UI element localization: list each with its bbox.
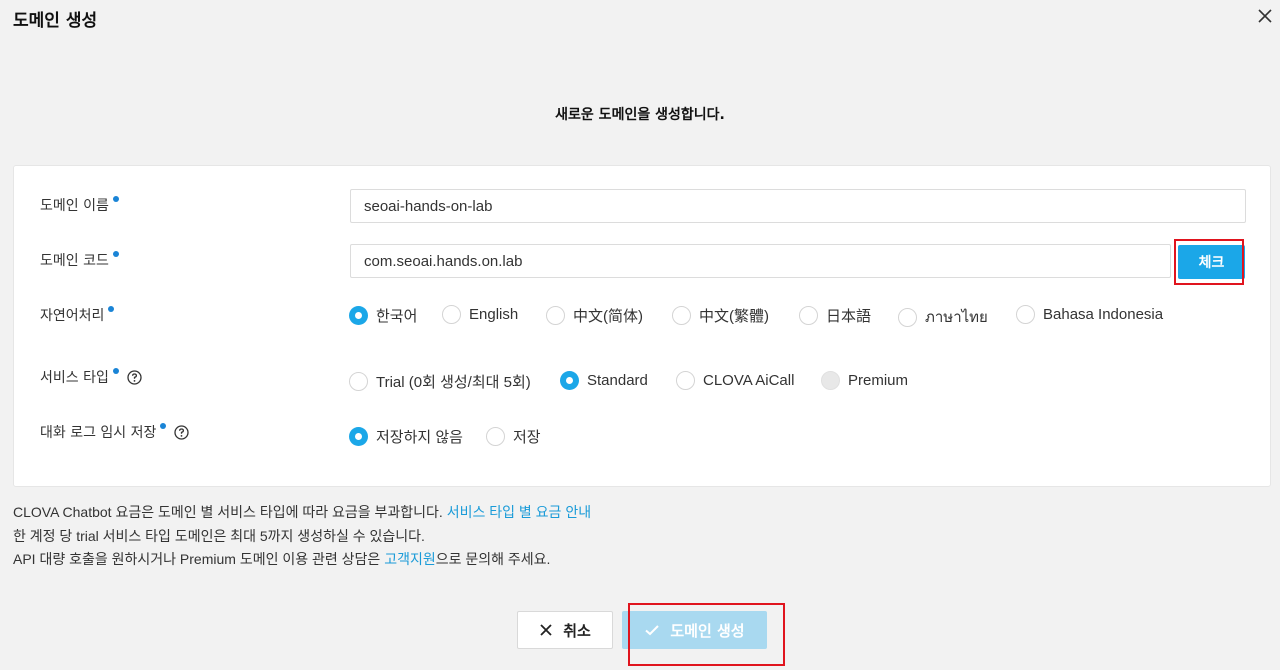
required-indicator [112,251,119,257]
log-option-save[interactable]: 저장 [486,426,541,447]
checkmark-icon [645,625,660,636]
nlp-option-japanese[interactable]: 日本語 [799,305,871,326]
radio-circle [442,305,461,324]
radio-circle [898,307,917,327]
create-domain-button[interactable]: 도메인 생성 [622,611,767,649]
service-option-standard[interactable]: Standard [560,371,648,390]
radio-circle [349,427,368,446]
nlp-label: 자연어처리 [40,305,115,325]
domain-code-label: 도메인 코드 [40,250,119,270]
pricing-guide-link[interactable]: 서비스 타입 별 요금 안내 [447,504,591,520]
close-icon [540,624,552,636]
nlp-option-indonesian[interactable]: Bahasa Indonesia [1016,305,1163,324]
service-option-trial[interactable]: Trial (0회 생성/최대 5회) [349,371,531,392]
radio-circle [560,371,579,390]
help-icon[interactable] [127,369,142,385]
page-subtitle: 새로운 도메인을 생성합니다. [555,107,725,123]
radio-circle [799,306,818,325]
service-option-aicall[interactable]: CLOVA AiCall [676,371,794,390]
required-indicator [108,306,115,312]
nlp-option-chinese-traditional[interactable]: 中文(繁體) [672,305,769,326]
radio-circle [672,306,691,325]
radio-circle [1016,305,1035,324]
trial-limit-info: 한 계정 당 trial 서비스 타입 도메인은 최대 5까지 생성하실 수 있… [13,528,425,544]
dialog-title: 도메인 생성 [13,11,98,31]
radio-circle [349,306,368,325]
nlp-option-thai[interactable]: ภาษาไทย [898,305,988,329]
support-link[interactable]: 고객지원 [384,551,436,567]
radio-circle [821,371,840,390]
nlp-option-korean[interactable]: 한국어 [349,305,417,326]
nlp-option-chinese-simplified[interactable]: 中文(简体) [546,305,643,326]
check-button[interactable]: 체크 [1178,245,1245,279]
service-option-premium: Premium [821,371,908,390]
radio-circle [349,372,368,391]
service-type-label: 서비스 타입 [40,367,142,387]
radio-circle [486,427,505,446]
close-icon [1258,9,1272,23]
support-info: API 대량 호출을 원하시거나 Premium 도메인 이용 관련 상담은 고… [13,551,551,567]
nlp-option-english[interactable]: English [442,305,518,324]
log-storage-label: 대화 로그 임시 저장 [40,422,190,442]
required-indicator [112,368,119,374]
domain-name-input[interactable]: seoai-hands-on-lab [350,189,1246,223]
domain-name-label: 도메인 이름 [40,195,119,215]
help-icon[interactable] [174,424,190,440]
radio-circle [546,306,565,325]
close-button[interactable] [1254,5,1276,27]
pricing-info: CLOVA Chatbot 요금은 도메인 별 서비스 타입에 따라 요금을 부… [13,504,592,520]
required-indicator [160,423,167,429]
domain-code-input[interactable]: com.seoai.hands.on.lab [350,244,1171,278]
log-option-no-save[interactable]: 저장하지 않음 [349,426,463,447]
required-indicator [112,196,119,202]
cancel-button[interactable]: 취소 [517,611,613,649]
domain-form: 도메인 이름 seoai-hands-on-lab 도메인 코드 com.seo… [13,165,1271,487]
radio-circle [676,371,695,390]
